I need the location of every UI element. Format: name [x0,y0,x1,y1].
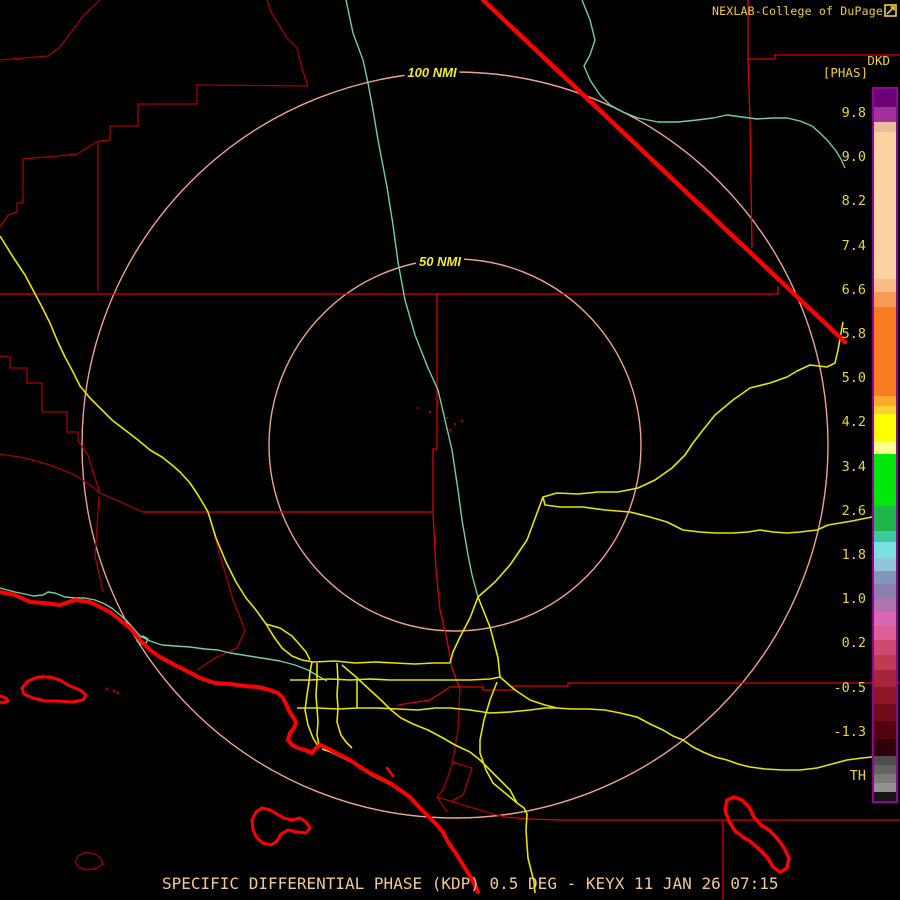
scale-tick-label: TH [849,768,866,784]
scale-tick-label: 3.4 [841,458,866,475]
outer-ring-label: 100 NMI [404,66,460,80]
scale-segment [874,655,896,670]
color-scale-bar [872,87,898,803]
scale-tick-label: 6.6 [841,281,866,298]
radar-viewer: 100 NMI 50 NMI NEXLAB-College of DuPage … [0,0,900,900]
scale-tick-label: 5.0 [841,370,866,387]
range-rings [81,71,829,819]
product-units-label: [PHAS] [822,65,868,80]
scale-segment [874,558,896,571]
status-bar-text: SPECIFIC DIFFERENTIAL PHASE (KDP) 0.5 DE… [162,874,779,893]
scale-segment [874,132,896,279]
scale-tick-label: 9.8 [841,105,866,121]
cod-logo-icon [884,4,897,17]
scale-segment [874,396,896,406]
scale-segment [874,107,896,122]
scale-segment [874,414,896,442]
scale-segment [874,89,896,107]
brand-title: NEXLAB-College of DuPage [712,4,883,18]
scale-segment [874,584,896,598]
product-code-label: DKD [867,53,890,68]
scale-tick-label: -1.3 [833,723,866,740]
scale-segment [874,571,896,584]
scale-segment [874,307,896,396]
scale-segment [874,670,896,687]
scale-segment [874,598,896,612]
county-lines [0,0,506,818]
scale-segment [874,704,896,721]
scale-segment [874,292,896,307]
scale-segment [874,721,896,739]
scale-tick-label: 7.4 [841,237,866,254]
scale-tick-label: 2.6 [841,502,866,519]
scale-segment [874,756,896,765]
scale-tick-label: 1.0 [841,591,866,608]
scale-segment [874,506,896,531]
scale-segment [874,531,896,542]
inner-ring-label: 50 NMI [416,255,464,269]
scale-segment [874,783,896,792]
scale-segment [874,765,896,774]
radar-map [0,0,900,900]
scale-tick-label: 4.2 [841,414,866,431]
scale-segment [874,122,896,132]
scale-segment [874,454,896,506]
scale-segment [874,279,896,292]
scale-segment [874,687,896,704]
scale-segment [874,542,896,558]
islands [0,673,791,874]
coastline [0,590,480,894]
scale-segment [874,792,896,801]
scale-tick-label: -0.5 [833,679,866,696]
scale-segment [874,640,896,655]
scale-segment [874,442,896,454]
scale-segment [874,612,896,626]
river-lines [0,0,846,682]
county-lines-bright [0,0,900,900]
scale-tick-label: 0.2 [841,635,866,652]
scale-segment [874,406,896,414]
state-border-line [480,0,848,345]
scale-segment [874,739,896,756]
scale-tick-label: 5.8 [841,326,866,342]
scale-tick-label: 9.0 [841,149,866,166]
scale-tick-label: 8.2 [841,193,866,210]
scale-segment [874,774,896,783]
scale-tick-label: 1.8 [841,547,866,563]
radar-echo-speckles [416,401,464,432]
scale-segment [874,626,896,640]
